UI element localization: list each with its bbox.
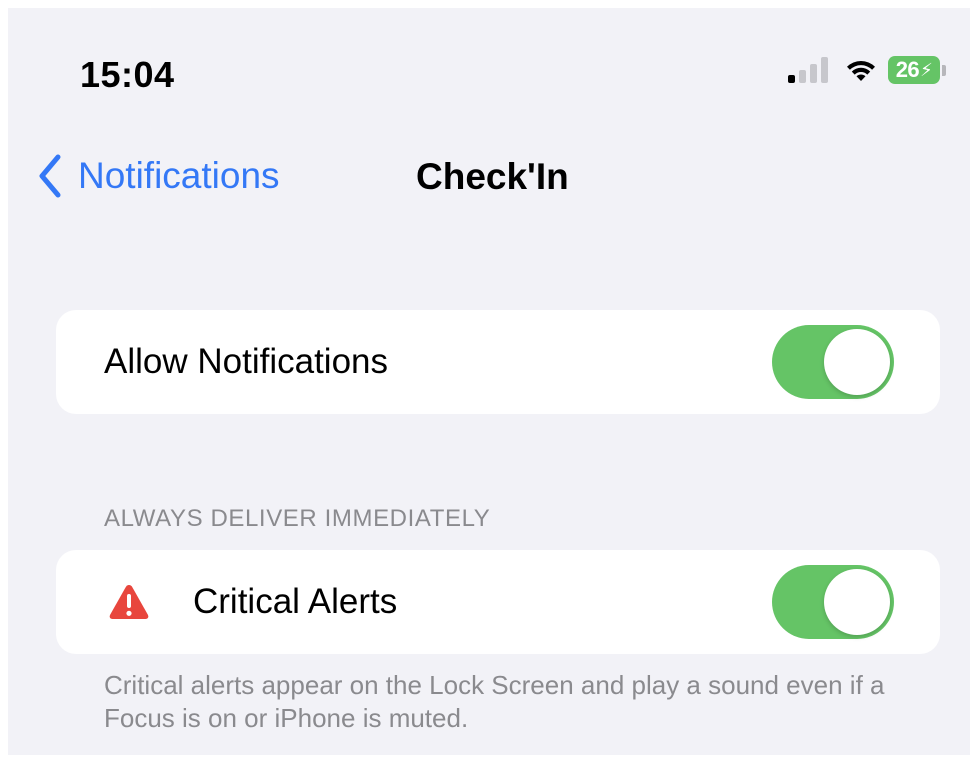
section-header: ALWAYS DELIVER IMMEDIATELY <box>104 505 491 532</box>
charging-bolt-icon: ⚡ <box>920 59 933 80</box>
status-indicators: 26 ⚡ <box>788 52 946 88</box>
status-time: 15:04 <box>80 54 175 95</box>
allow-notifications-toggle[interactable] <box>772 325 894 399</box>
back-button-label: Notifications <box>78 155 280 196</box>
wifi-icon <box>847 61 875 81</box>
critical-alerts-label: Critical Alerts <box>193 582 398 621</box>
battery-icon: 26 ⚡ <box>888 56 946 84</box>
toggle-knob <box>824 569 890 635</box>
settings-screen: 15:04 26 ⚡ Notifications Check'In Allow N… <box>8 8 970 755</box>
chevron-left-icon <box>39 154 61 198</box>
page-title: Check'In <box>416 156 569 197</box>
critical-alerts-footer: Critical alerts appear on the Lock Scree… <box>104 670 885 733</box>
allow-notifications-row: Allow Notifications <box>56 310 940 414</box>
critical-alerts-row: Critical Alerts <box>56 550 940 654</box>
warning-triangle-icon <box>109 585 149 619</box>
cellular-signal-icon <box>788 57 832 83</box>
toggle-knob <box>824 329 890 395</box>
battery-percent: 26 <box>895 57 920 82</box>
critical-alerts-toggle[interactable] <box>772 565 894 639</box>
back-button[interactable]: Notifications <box>38 154 280 198</box>
allow-notifications-label: Allow Notifications <box>104 342 388 381</box>
